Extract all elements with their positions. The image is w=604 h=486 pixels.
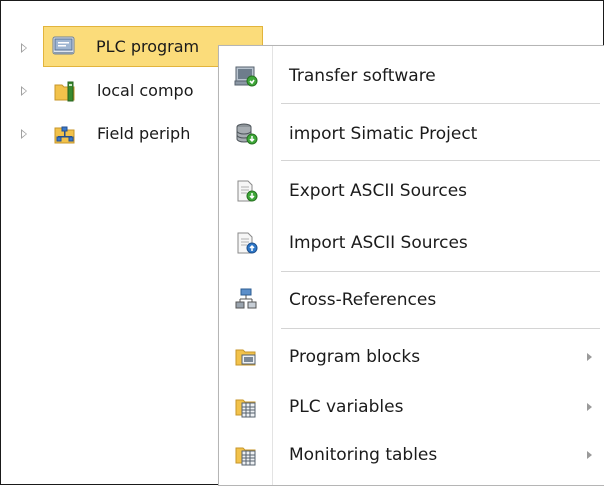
export-sources-icon xyxy=(234,179,258,203)
tree-item-label: PLC program xyxy=(96,37,200,56)
menu-item-label: import Simatic Project xyxy=(289,124,478,144)
context-menu: Transfer software import Simatic Project xyxy=(218,45,604,486)
program-blocks-folder-icon xyxy=(234,345,258,369)
menu-separator xyxy=(281,160,600,161)
submenu-arrow-icon xyxy=(587,403,592,411)
menu-item-plc-variables[interactable]: PLC variables xyxy=(219,389,604,425)
field-periphery-folder-icon xyxy=(53,122,77,146)
submenu-arrow-icon xyxy=(587,353,592,361)
plc-variables-icon xyxy=(234,395,258,419)
expand-arrow-icon[interactable] xyxy=(21,86,27,96)
menu-item-monitoring-tables[interactable]: Monitoring tables xyxy=(219,437,604,473)
menu-item-transfer-software[interactable]: Transfer software xyxy=(219,58,604,94)
transfer-software-icon xyxy=(234,64,258,88)
menu-item-label: Transfer software xyxy=(289,66,436,86)
project-tree-panel: PLC program local compo Field periph Tra… xyxy=(0,0,604,486)
local-modules-folder-icon xyxy=(53,79,77,103)
import-project-icon xyxy=(234,122,258,146)
cross-references-icon xyxy=(234,288,258,312)
plc-program-icon xyxy=(52,34,76,58)
menu-item-label: Program blocks xyxy=(289,347,421,367)
menu-item-import-simatic-project[interactable]: import Simatic Project xyxy=(219,116,604,152)
menu-item-label: Export ASCII Sources xyxy=(289,181,468,201)
menu-item-label: Import ASCII Sources xyxy=(289,233,468,253)
menu-separator xyxy=(281,103,600,104)
menu-separator xyxy=(281,271,600,272)
menu-item-program-blocks[interactable]: Program blocks xyxy=(219,339,604,375)
submenu-arrow-icon xyxy=(587,451,592,459)
expand-arrow-icon[interactable] xyxy=(21,43,27,53)
menu-item-import-ascii-sources[interactable]: Import ASCII Sources xyxy=(219,225,604,261)
menu-item-label: Monitoring tables xyxy=(289,445,438,465)
monitoring-tables-icon xyxy=(234,443,258,467)
expand-arrow-icon[interactable] xyxy=(21,129,27,139)
import-sources-icon xyxy=(234,231,258,255)
menu-item-label: Cross-References xyxy=(289,290,437,310)
menu-item-export-ascii-sources[interactable]: Export ASCII Sources xyxy=(219,173,604,209)
menu-separator xyxy=(281,328,600,329)
tree-item-label: Field periph xyxy=(97,124,191,143)
tree-item-label: local compo xyxy=(97,81,194,100)
menu-item-cross-references[interactable]: Cross-References xyxy=(219,282,604,318)
menu-item-label: PLC variables xyxy=(289,397,404,417)
